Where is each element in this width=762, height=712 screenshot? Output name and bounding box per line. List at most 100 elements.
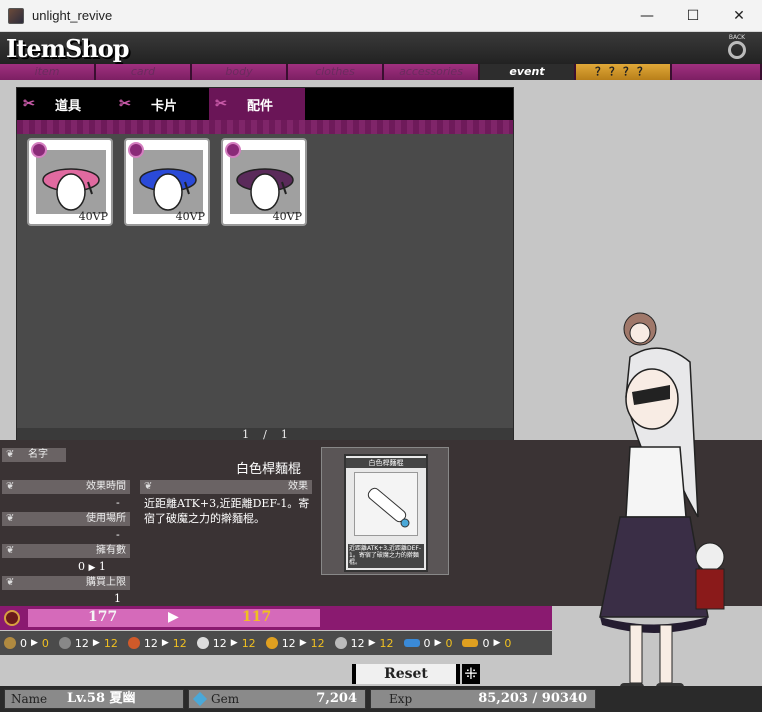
gem-after: 0 — [445, 636, 453, 650]
gem-cell: 12 ▶ 12 — [265, 637, 325, 650]
preview-text: 近距離ATK+3,近距離DEF-1。寄宿了破魔之力的擀麵棍。 — [348, 544, 424, 568]
item-card[interactable]: 40VP — [124, 138, 210, 226]
item-price: 40VP — [78, 210, 108, 223]
item-card[interactable]: 40VP — [27, 138, 113, 226]
subtab-tools-label: 道具 — [55, 98, 82, 114]
name-cell: Name Lv.58 夏幽 — [4, 689, 184, 709]
reset-button[interactable]: Reset — [352, 664, 460, 684]
window-title: unlight_revive — [32, 8, 113, 23]
gem-after: 0 — [504, 636, 512, 650]
back-label: BACK — [728, 34, 746, 41]
tab-accessories[interactable]: accessories — [384, 64, 480, 80]
window-controls: — ☐ ✕ — [624, 0, 762, 32]
close-button[interactable]: ✕ — [716, 0, 762, 32]
back-button[interactable]: BACK — [724, 34, 750, 60]
name-label: 名字 — [28, 449, 48, 460]
gem-value: 7,204 — [316, 691, 357, 706]
arrow-right-icon: ▶ — [88, 563, 96, 573]
item-price: 40VP — [272, 210, 302, 223]
scissors-icon: ✂ — [23, 96, 35, 112]
white-gem-icon — [196, 637, 209, 649]
gem-label: Gem — [211, 692, 240, 706]
curl-icon: ❦ — [6, 577, 15, 588]
scissors-icon: ✂ — [215, 96, 227, 112]
item-preview: 白色桿麵棍 近距離ATK+3,近距離DEF-1。寄宿了破魔之力的擀麵棍。 — [321, 447, 449, 575]
item-image — [230, 150, 300, 214]
back-icon — [728, 41, 746, 59]
subtab-tools[interactable]: ✂ 道具 — [17, 88, 113, 120]
yellow-gem-icon — [265, 637, 278, 649]
gem-after: 12 — [379, 636, 394, 650]
sparkle-gem-icon — [334, 637, 347, 649]
gem-cell: Gem 7,204 — [188, 689, 366, 709]
item-card[interactable]: 40VP — [221, 138, 307, 226]
gem-after: 12 — [103, 636, 118, 650]
owned-label: 擁有數 — [96, 545, 126, 556]
limit-label-bar: ❦ 購買上限 — [2, 576, 130, 590]
gem-after: 0 — [41, 636, 49, 650]
gem-current: 12 — [350, 636, 365, 650]
scissors-icon: ✂ — [119, 96, 131, 112]
exp-value: 85,203 / 90340 — [478, 691, 587, 706]
gem-current: 12 — [143, 636, 158, 650]
gem-current: 0 — [423, 636, 431, 650]
tab-filler — [672, 64, 762, 80]
decorative-band — [17, 120, 513, 134]
owned-values: 0 ▶ 1 — [78, 560, 106, 573]
minimize-button[interactable]: — — [624, 0, 670, 32]
rolling-pin-icon — [367, 487, 410, 528]
maximize-button[interactable]: ☐ — [670, 0, 716, 32]
gem-cell: 12 ▶ 12 — [58, 636, 118, 650]
curl-icon: ❦ — [6, 449, 15, 460]
shop-logo: ItemShop — [6, 34, 130, 63]
gem-cell: 12 ▶ 12 — [334, 636, 394, 650]
item-price: 40VP — [175, 210, 205, 223]
player-name: Lv.58 夏幽 — [67, 691, 136, 706]
vp-coin-icon — [4, 610, 20, 626]
arrow-right-icon: ▶ — [434, 638, 442, 648]
effect-time-label: 效果時間 — [86, 481, 126, 492]
item-badge-icon — [128, 142, 144, 158]
gem-icon — [192, 691, 208, 707]
sub-tabs: ✂ 道具 ✂ 卡片 ✂ 配件 — [17, 88, 513, 120]
gray-gem-icon — [58, 637, 71, 649]
preview-title: 白色桿麵棍 — [346, 458, 426, 468]
gem-cost-row: 0 ▶ 0 12 ▶ 12 12 ▶ 12 12 ▶ 12 12 ▶ 12 12… — [0, 631, 552, 655]
gold-fish-icon — [462, 639, 479, 647]
owned-from: 0 — [78, 560, 85, 573]
item-image — [133, 150, 203, 214]
arrow-right-icon: ▶ — [161, 638, 169, 648]
blue-fish-icon — [403, 639, 420, 647]
use-place-label: 使用場所 — [86, 513, 126, 524]
tab-unknown[interactable]: ？？？？ — [576, 64, 672, 80]
item-name: 白色桿麵棍 — [236, 462, 302, 477]
arrow-right-icon: ▶ — [493, 638, 501, 648]
orange-gem-icon — [127, 637, 140, 649]
tab-event[interactable]: event — [480, 64, 576, 80]
gem-cell: 0 ▶ 0 — [403, 636, 453, 650]
subtab-accessories[interactable]: ✂ 配件 — [209, 88, 305, 120]
tab-clothes[interactable]: clothes — [288, 64, 384, 80]
item-badge-icon — [31, 142, 47, 158]
gem-cell: 12 ▶ 12 — [196, 636, 256, 650]
tab-body[interactable]: body — [192, 64, 288, 80]
shop-panel: ✂ 道具 ✂ 卡片 ✂ 配件 40VP 40VP 40VP 1 / 1 — [16, 87, 514, 443]
gem-cell: 12 ▶ 12 — [127, 636, 187, 650]
dice-icon[interactable]: ⁜ — [462, 664, 480, 684]
vp-after: 117 — [242, 609, 272, 625]
window-titlebar: unlight_revive — ☐ ✕ — [0, 0, 762, 32]
use-place-label-bar: ❦ 使用場所 — [2, 512, 130, 526]
subtab-cards[interactable]: ✂ 卡片 — [113, 88, 209, 120]
tab-card[interactable]: card — [96, 64, 192, 80]
gem-after: 12 — [241, 636, 256, 650]
curl-icon: ❦ — [144, 481, 153, 492]
effect-time-label-bar: ❦ 效果時間 — [2, 480, 130, 494]
app-icon — [8, 7, 24, 24]
subtab-cards-label: 卡片 — [151, 98, 178, 114]
arrow-right-icon: ▶ — [230, 638, 238, 648]
tab-item[interactable]: item — [0, 64, 96, 80]
owned-to: 1 — [98, 560, 106, 573]
arrow-right-icon: ▶ — [299, 638, 307, 648]
effect-time-value: - — [116, 496, 120, 509]
subtab-accessories-label: 配件 — [247, 98, 274, 114]
